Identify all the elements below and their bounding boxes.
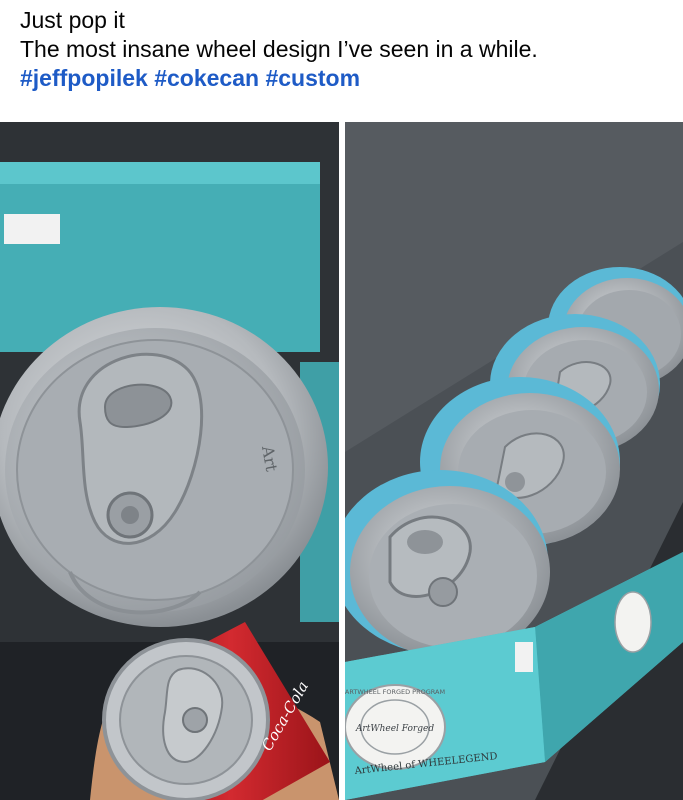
box-seal-2	[614, 591, 652, 653]
forged-program-seal: ARTWHEEL FORGED PROGRAM ArtWheel Forged	[345, 684, 446, 770]
seal-ring-text: ARTWHEEL FORGED PROGRAM	[345, 688, 445, 696]
post-line-1: Just pop it	[20, 7, 125, 33]
post-line-2: The most insane wheel design I’ve seen i…	[20, 36, 538, 62]
hashtag-jeffpopilek[interactable]: #jeffpopilek	[20, 65, 148, 91]
photo-wheels-in-boxes[interactable]: ARTWHEEL FORGED PROGRAM ArtWheel Forged …	[345, 122, 683, 800]
photo-wheel-and-can-image: Art Coca-Cola	[0, 122, 339, 800]
post-text: Just pop it The most insane wheel design…	[0, 0, 683, 93]
post-media-gallery: Art Coca-Cola ARTWHEEL FORGED PROGRAM Ar…	[0, 122, 683, 800]
hashtag-custom[interactable]: #custom	[265, 65, 360, 91]
hashtag-row: #jeffpopilek #cokecan #custom	[20, 64, 683, 93]
seal-center-text: ArtWheel Forged	[355, 724, 434, 734]
hashtag-cokecan[interactable]: #cokecan	[154, 65, 259, 91]
photo-wheels-in-boxes-image: ARTWHEEL FORGED PROGRAM ArtWheel Forged …	[345, 122, 683, 800]
photo-wheel-and-can[interactable]: Art Coca-Cola	[0, 122, 339, 800]
